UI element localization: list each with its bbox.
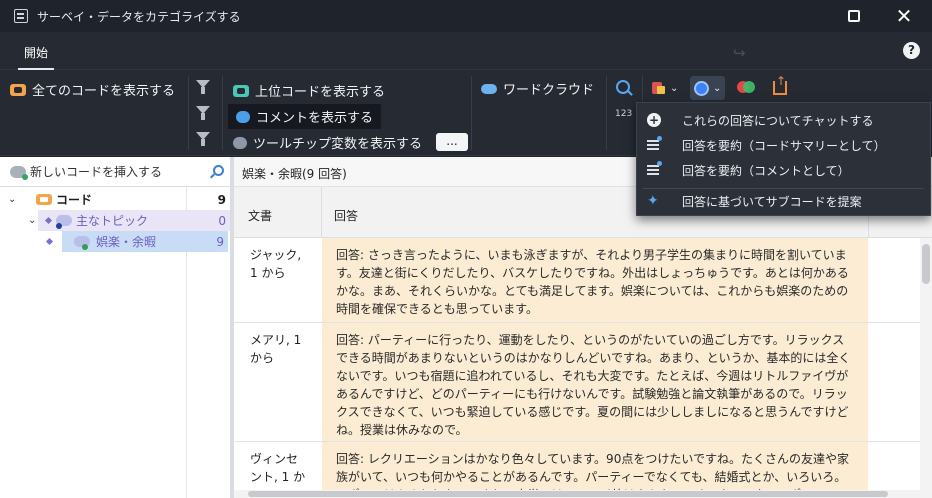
table-row[interactable]: ジャック, 1 から 回答: さっき言ったように、いまも泳ぎますが、それより男子… bbox=[234, 238, 920, 323]
maximize-icon bbox=[848, 10, 860, 22]
number-format-label[interactable]: 123 bbox=[615, 109, 632, 119]
menu-item-suggest-subcodes[interactable]: ✦ 回答に基づいてサブコードを提案 bbox=[637, 189, 930, 213]
ribbon-separator bbox=[471, 76, 472, 150]
export-button[interactable] bbox=[773, 74, 787, 100]
chevron-down-icon: ⌄ bbox=[713, 82, 722, 94]
tooltip-vars-more-button[interactable]: ... bbox=[436, 133, 468, 151]
subcode-icon bbox=[56, 215, 72, 229]
answer-cell[interactable]: 回答: パーティーに行ったり、運動をしたり、というのがたいていの過ごし方です。リ… bbox=[322, 323, 868, 441]
tree-item-label: 娯楽・余暇 bbox=[96, 235, 157, 249]
table-row[interactable]: メアリ, 1 から 回答: パーティーに行ったり、運動をしたり、というのがたいて… bbox=[234, 323, 920, 442]
tree-item-codes[interactable]: ⌄ コード 9 bbox=[0, 189, 230, 210]
ribbon-separator bbox=[222, 76, 223, 150]
help-icon[interactable]: ? bbox=[903, 42, 920, 59]
top-code-icon bbox=[233, 84, 249, 97]
scrollbar-thumb[interactable] bbox=[922, 244, 930, 284]
cloud-icon bbox=[481, 83, 497, 94]
code-color-icon bbox=[652, 82, 665, 94]
code-filter-icon[interactable] bbox=[196, 80, 210, 94]
show-tooltip-vars-button[interactable]: ツールチップ変数を表示する bbox=[233, 133, 422, 152]
word-cloud-button[interactable]: ワードクラウド bbox=[481, 79, 594, 98]
code-color-dropdown[interactable]: ⌄ bbox=[652, 76, 678, 100]
chevron-down-icon[interactable]: ⌄ bbox=[28, 215, 36, 226]
chat-plus-icon: + bbox=[647, 113, 661, 127]
code-tag-icon bbox=[10, 83, 26, 96]
diamond-icon bbox=[45, 237, 54, 246]
word-cloud-label: ワードクラウド bbox=[503, 83, 595, 98]
redo-icon[interactable]: ↪ bbox=[733, 44, 746, 62]
filter-star-icon[interactable] bbox=[196, 132, 210, 146]
search-icon[interactable] bbox=[213, 165, 224, 176]
new-code-icon bbox=[10, 165, 28, 180]
ai-assist-menu: + これらの回答についてチャットする 回答を要約（コードサマリーとして） 回答を… bbox=[636, 102, 931, 216]
scrollbar-thumb[interactable] bbox=[248, 491, 888, 497]
subcode-icon bbox=[74, 236, 90, 250]
vertical-scrollbar[interactable] bbox=[920, 238, 932, 498]
show-comments-button[interactable]: コメントを表示する bbox=[228, 104, 382, 129]
show-comments-label: コメントを表示する bbox=[256, 111, 374, 126]
title-bar: サーベイ・データをカテゴライズする ✕ bbox=[0, 0, 932, 32]
code-tree-panel: 新しいコードを挿入する ⌄ コード 9 ⌄ 主なトピック 0 娯楽・余暇 9 bbox=[0, 157, 234, 498]
tab-start[interactable]: 開始 bbox=[12, 32, 60, 70]
menu-item-label: 回答を要約（コメントとして） bbox=[682, 163, 850, 178]
show-all-codes-label: 全てのコードを表示する bbox=[32, 84, 176, 99]
maximize-button[interactable] bbox=[830, 0, 878, 32]
window-title: サーベイ・データをカテゴライズする bbox=[37, 9, 241, 24]
answer-cell[interactable]: 回答: さっき言ったように、いまも泳ぎますが、それより男子学生の集まりに時間を割… bbox=[322, 238, 868, 322]
document-cell: メアリ, 1 から bbox=[250, 333, 302, 365]
diamond-icon bbox=[44, 216, 53, 225]
close-button[interactable]: ✕ bbox=[880, 0, 928, 32]
tree-item-count: 9 bbox=[217, 192, 226, 207]
tooltip-icon bbox=[233, 136, 247, 149]
chevron-down-icon: ⌄ bbox=[670, 82, 679, 94]
document-cell: ヴィンセント, 1 か bbox=[250, 452, 306, 484]
menu-item-label: これらの回答についてチャットする bbox=[682, 113, 874, 128]
tree-item-label: コード bbox=[56, 193, 93, 207]
ribbon-separator bbox=[606, 76, 607, 150]
ai-assist-icon bbox=[694, 80, 709, 96]
menu-item-label: 回答に基づいてサブコードを提案 bbox=[682, 194, 862, 209]
search-icon[interactable] bbox=[616, 80, 630, 94]
tree-item-main-topics[interactable]: ⌄ 主なトピック 0 bbox=[28, 210, 230, 231]
export-icon bbox=[773, 74, 787, 95]
show-top-codes-label: 上位コードを表示する bbox=[255, 85, 386, 100]
ai-assist-dropdown[interactable]: ⌄ bbox=[690, 76, 726, 100]
menu-item-label: 回答を要約（コードサマリーとして） bbox=[682, 138, 886, 153]
document-cell: ジャック, 1 から bbox=[250, 248, 302, 280]
insert-new-code-button[interactable]: 新しいコードを挿入する bbox=[0, 157, 234, 187]
compare-icon bbox=[737, 81, 755, 95]
ribbon-tab-row: 開始 ↪ ? bbox=[0, 32, 932, 70]
sparkle-icon: ✦ bbox=[647, 193, 659, 209]
menu-item-summarize-code[interactable]: 回答を要約（コードサマリーとして） bbox=[637, 133, 930, 157]
tree-item-count: 9 bbox=[216, 234, 224, 249]
menu-item-chat[interactable]: + これらの回答についてチャットする bbox=[637, 108, 930, 132]
show-top-codes-button[interactable]: 上位コードを表示する bbox=[233, 81, 385, 100]
insert-new-code-label: 新しいコードを挿入する bbox=[30, 165, 163, 179]
show-all-codes-button[interactable]: 全てのコードを表示する bbox=[10, 80, 175, 99]
tree-item-leisure[interactable]: 娯楽・余暇 9 bbox=[45, 231, 228, 252]
summary-lines-icon bbox=[647, 161, 662, 177]
app-icon bbox=[14, 9, 28, 23]
tree-item-count: 0 bbox=[218, 213, 226, 228]
tree-item-label: 主なトピック bbox=[76, 214, 149, 228]
horizontal-scrollbar[interactable] bbox=[234, 490, 920, 498]
ribbon-separator bbox=[188, 76, 189, 150]
code-tag-icon bbox=[36, 194, 52, 205]
comment-icon bbox=[236, 110, 250, 123]
summary-lines-icon bbox=[647, 136, 662, 152]
filter-icon[interactable] bbox=[196, 106, 210, 120]
show-tooltip-vars-label: ツールチップ変数を表示する bbox=[253, 137, 423, 152]
compare-button[interactable] bbox=[737, 76, 755, 100]
menu-item-summarize-comment[interactable]: 回答を要約（コメントとして） bbox=[637, 158, 930, 182]
column-header-document[interactable]: 文書 bbox=[234, 187, 322, 238]
chevron-down-icon[interactable]: ⌄ bbox=[8, 194, 16, 205]
